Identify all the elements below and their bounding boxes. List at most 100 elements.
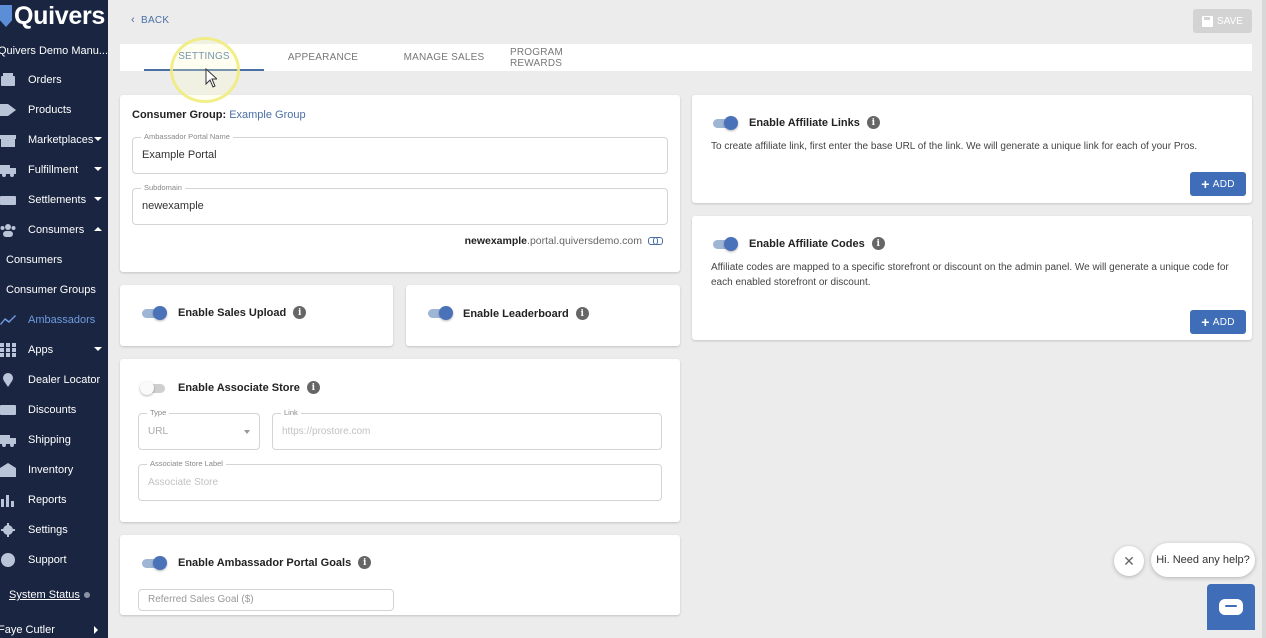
associate-store-label: Enable Associate Store <box>178 381 300 394</box>
referred-sales-goal-field[interactable]: Referred Sales Goal ($) <box>138 589 394 611</box>
info-icon[interactable]: i <box>866 116 880 129</box>
affiliate-codes-card: Enable Affiliate Codes i Affiliate codes… <box>692 216 1252 340</box>
field-placeholder: Associate Store <box>148 477 219 488</box>
sidebar-item-shipping[interactable]: Shipping <box>0 425 108 455</box>
save-button[interactable]: SAVE <box>1193 9 1252 33</box>
sidebar-item-label: Marketplaces <box>28 134 94 146</box>
info-icon[interactable]: i <box>575 307 589 320</box>
chevron-up-icon <box>94 227 102 231</box>
scrollbar[interactable] <box>1262 0 1266 638</box>
sales-upload-card: Enable Sales Upload i <box>120 285 393 346</box>
sidebar-item-dealer-locator[interactable]: Dealer Locator <box>0 365 108 395</box>
close-help-button[interactable]: ✕ <box>1114 546 1144 576</box>
sidebar-item-discounts[interactable]: Discounts <box>0 395 108 425</box>
sidebar-item-fulfillment[interactable]: Fulfillment <box>0 155 108 185</box>
field-value: newexample <box>142 200 204 212</box>
portal-name-field[interactable]: Ambassador Portal Name Example Portal <box>132 132 668 174</box>
affiliate-links-row: Enable Affiliate Links i <box>749 116 880 129</box>
sidebar-item-label: Fulfillment <box>28 164 79 176</box>
info-icon[interactable]: i <box>306 381 320 394</box>
sidebar-item-orders[interactable]: Orders <box>0 65 108 95</box>
leaderboard-toggle[interactable] <box>427 306 453 320</box>
sidebar-subitem-consumers[interactable]: Consumers <box>6 245 62 275</box>
sidebar-item-marketplaces[interactable]: Marketplaces <box>0 125 108 155</box>
back-label: BACK <box>140 14 170 26</box>
field-placeholder: Referred Sales Goal ($) <box>148 594 254 605</box>
map-pin-icon <box>0 373 16 387</box>
sidebar-item-label: Products <box>28 104 72 116</box>
affiliate-links-card: Enable Affiliate Links i To create affil… <box>692 95 1252 203</box>
chevron-down-icon <box>94 167 102 171</box>
field-value: URL <box>148 426 169 437</box>
tab-bar: SETTINGS APPEARANCE MANAGE SALES PROGRAM… <box>120 44 1252 71</box>
portal-url-subdomain: newexample <box>464 235 528 247</box>
portal-goals-toggle[interactable] <box>141 556 167 570</box>
sidebar-item-products[interactable]: Products <box>0 95 108 125</box>
tab-program-rewards[interactable]: PROGRAM REWARDS <box>510 44 616 71</box>
sidebar-item-settlements[interactable]: Settlements <box>0 185 108 215</box>
help-bubble[interactable]: Hi. Need any help? <box>1151 543 1255 577</box>
affiliate-codes-description: Affiliate codes are mapped to a specific… <box>711 262 1229 288</box>
leaderboard-card: Enable Leaderboard i <box>406 285 680 346</box>
shipping-icon <box>0 434 16 447</box>
field-legend: Type <box>147 408 170 417</box>
sidebar-item-label: Ambassadors <box>28 314 96 326</box>
add-affiliate-link-button[interactable]: + ADD <box>1190 172 1246 196</box>
system-status-link[interactable]: System Status <box>9 589 90 601</box>
save-label: SAVE <box>1217 15 1243 27</box>
sidebar-subitem-consumer-groups[interactable]: Consumer Groups <box>6 275 96 305</box>
add-label: ADD <box>1212 178 1235 190</box>
status-dot-icon <box>83 592 90 598</box>
sales-upload-toggle[interactable] <box>141 306 167 320</box>
user-menu[interactable]: Faye Cutler <box>0 622 108 638</box>
sidebar-item-label: Reports <box>28 494 67 506</box>
chevron-down-icon <box>244 430 250 434</box>
sidebar-item-reports[interactable]: Reports <box>0 485 108 515</box>
sidebar-item-label: Support <box>28 554 67 566</box>
consumer-group-row: Consumer Group: Example Group <box>132 109 306 121</box>
affiliate-codes-toggle[interactable] <box>712 237 738 251</box>
associate-store-toggle[interactable] <box>140 381 166 395</box>
field-legend: Link <box>281 408 301 417</box>
quivers-logo[interactable]: Quivers <box>0 2 105 30</box>
back-link[interactable]: ‹ BACK <box>131 14 169 26</box>
sidebar-item-label: Inventory <box>28 464 74 476</box>
associate-store-row: Enable Associate Store i <box>178 381 320 394</box>
sidebar-item-settings[interactable]: Settings <box>0 515 108 545</box>
sidebar-item-apps[interactable]: Apps <box>0 335 108 365</box>
store-type-select[interactable]: Type URL <box>138 408 260 450</box>
add-affiliate-code-button[interactable]: + ADD <box>1190 310 1246 334</box>
sidebar-item-consumers[interactable]: Consumers <box>0 215 108 245</box>
orders-icon <box>0 73 16 87</box>
sidebar-item-label: Dealer Locator <box>28 374 101 386</box>
sidebar-item-support[interactable]: Support <box>0 545 108 575</box>
sidebar-item-ambassadors[interactable]: Ambassadors <box>0 305 108 335</box>
users-icon <box>0 224 16 237</box>
system-status-label: System Status <box>9 589 80 601</box>
link-icon[interactable] <box>648 237 663 245</box>
portal-goals-row: Enable Ambassador Portal Goals i <box>178 556 372 569</box>
tab-appearance[interactable]: APPEARANCE <box>270 44 376 71</box>
sidebar: Quivers Quivers Demo Manu... › Orders Pr… <box>0 0 108 638</box>
store-link-field[interactable]: Link https://prostore.com <box>272 408 662 450</box>
subdomain-field[interactable]: Subdomain newexample <box>132 183 668 225</box>
chart-line-icon <box>0 314 16 327</box>
consumer-group-link[interactable]: Example Group <box>229 109 305 121</box>
ticket-icon <box>0 404 16 417</box>
chevron-right-icon <box>94 626 98 634</box>
user-name: Faye Cutler <box>0 624 55 636</box>
affiliate-links-toggle[interactable] <box>712 116 738 130</box>
store-label-field[interactable]: Associate Store Label Associate Store <box>138 459 662 501</box>
affiliate-codes-row: Enable Affiliate Codes i <box>749 237 885 250</box>
tab-manage-sales[interactable]: MANAGE SALES <box>390 44 498 71</box>
info-icon[interactable]: i <box>293 306 307 319</box>
mouse-pointer-icon <box>205 68 217 88</box>
field-legend: Subdomain <box>141 183 185 192</box>
info-icon[interactable]: i <box>358 556 372 569</box>
chat-bubble-icon <box>1219 599 1243 615</box>
chevron-left-icon: ‹ <box>131 14 135 26</box>
chat-launcher-button[interactable] <box>1207 584 1255 630</box>
sidebar-item-inventory[interactable]: Inventory <box>0 455 108 485</box>
org-switcher[interactable]: Quivers Demo Manu... › <box>0 42 108 60</box>
info-icon[interactable]: i <box>871 237 885 250</box>
